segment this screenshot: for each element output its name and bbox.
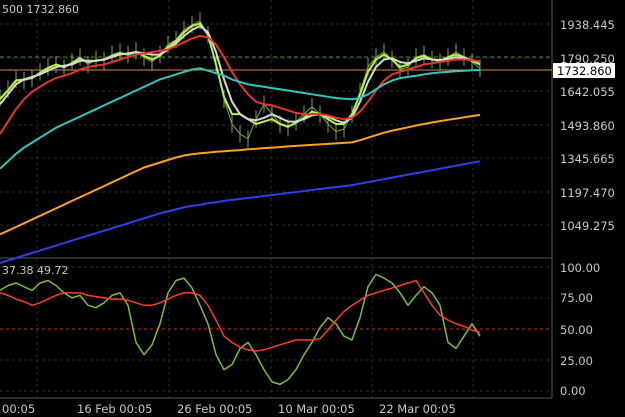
osc-tick-label: 50.00 — [560, 323, 593, 337]
price-tick-label: 1493.860 — [560, 119, 615, 133]
time-tick-label: 26 Feb 00:05 — [177, 402, 252, 416]
main-panel-header: 500 1732.860 — [2, 3, 79, 16]
time-tick-label: 16 Feb 00:05 — [77, 402, 152, 416]
current-price-value: 1732.860 — [557, 64, 612, 78]
price-tick-label: 1345.665 — [560, 152, 615, 166]
time-tick-label: 22 Mar 00:05 — [379, 402, 456, 416]
time-tick-label: 00:05 — [2, 402, 35, 416]
trading-chart[interactable]: 500 1732.860 37.38 49.72 1938.445 1790.2… — [0, 0, 625, 417]
price-tick-label: 1197.470 — [560, 186, 615, 200]
osc-tick-label: 0.00 — [560, 384, 586, 398]
price-tick-label: 1938.445 — [560, 18, 615, 32]
osc-tick-label: 75.00 — [560, 291, 593, 305]
price-tick-label: 1642.055 — [560, 85, 615, 99]
time-tick-label: 10 Mar 00:05 — [278, 402, 355, 416]
osc-tick-label: 25.00 — [560, 354, 593, 368]
price-tick-label: 1049.275 — [560, 219, 615, 233]
osc-panel-header: 37.38 49.72 — [2, 264, 68, 277]
osc-tick-label: 100.00 — [560, 261, 600, 275]
chart-background — [0, 0, 625, 417]
